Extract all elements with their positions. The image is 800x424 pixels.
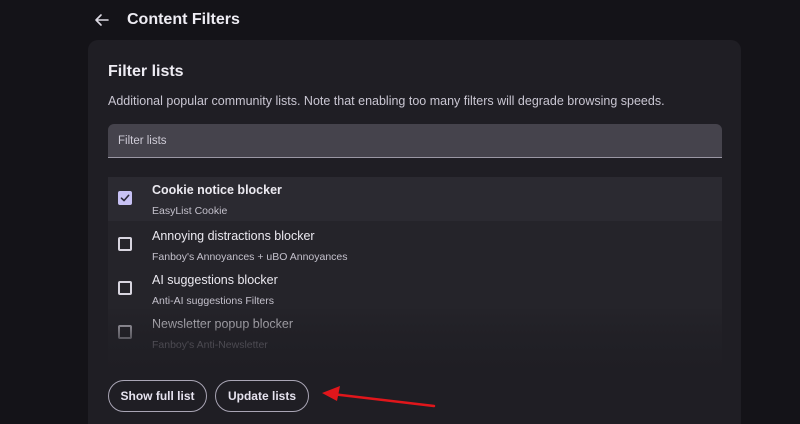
check-icon (120, 194, 130, 202)
list-item-subtitle: Fanboy's Anti-Newsletter (152, 339, 268, 351)
checkbox-checked[interactable] (118, 191, 132, 205)
list-item-subtitle: EasyList Cookie (152, 205, 228, 217)
list-item-title: Annoying distractions blocker (152, 229, 315, 243)
list-item-newsletter-popup-blocker[interactable]: Newsletter popup blocker Fanboy's Anti-N… (108, 311, 722, 355)
checkbox-unchecked[interactable] (118, 237, 132, 251)
annotation-arrow-icon (322, 386, 436, 408)
page-title: Content Filters (127, 11, 240, 28)
show-full-list-button[interactable]: Show full list (108, 380, 207, 412)
list-item-ai-suggestions-blocker[interactable]: AI suggestions blocker Anti-AI suggestio… (108, 267, 722, 311)
filter-list: Cookie notice blocker EasyList Cookie An… (108, 177, 722, 369)
checkbox-unchecked[interactable] (118, 325, 132, 339)
checkbox-unchecked[interactable] (118, 281, 132, 295)
section-title: Filter lists (108, 63, 184, 80)
list-item-annoying-distractions-blocker[interactable]: Annoying distractions blocker Fanboy's A… (108, 223, 722, 267)
filter-lists-search-field[interactable] (108, 124, 722, 158)
content-filters-page: Content Filters Filter lists Additional … (0, 0, 800, 424)
list-item-cookie-notice-blocker[interactable]: Cookie notice blocker EasyList Cookie (108, 177, 722, 221)
list-item-title: Cookie notice blocker (152, 183, 282, 197)
list-item-subtitle: Fanboy's Annoyances + uBO Annoyances (152, 251, 348, 263)
update-lists-button[interactable]: Update lists (215, 380, 309, 412)
list-item-title: Newsletter popup blocker (152, 317, 294, 331)
list-item-title: AI suggestions blocker (152, 273, 278, 287)
page-header: Content Filters (0, 0, 800, 40)
arrow-left-icon[interactable] (92, 10, 112, 30)
filter-lists-card: Filter lists Additional popular communit… (88, 40, 741, 424)
filter-lists-search-input[interactable] (108, 124, 722, 157)
section-description: Additional popular community lists. Note… (108, 94, 665, 108)
list-item-subtitle: Anti-AI suggestions Filters (152, 295, 274, 307)
